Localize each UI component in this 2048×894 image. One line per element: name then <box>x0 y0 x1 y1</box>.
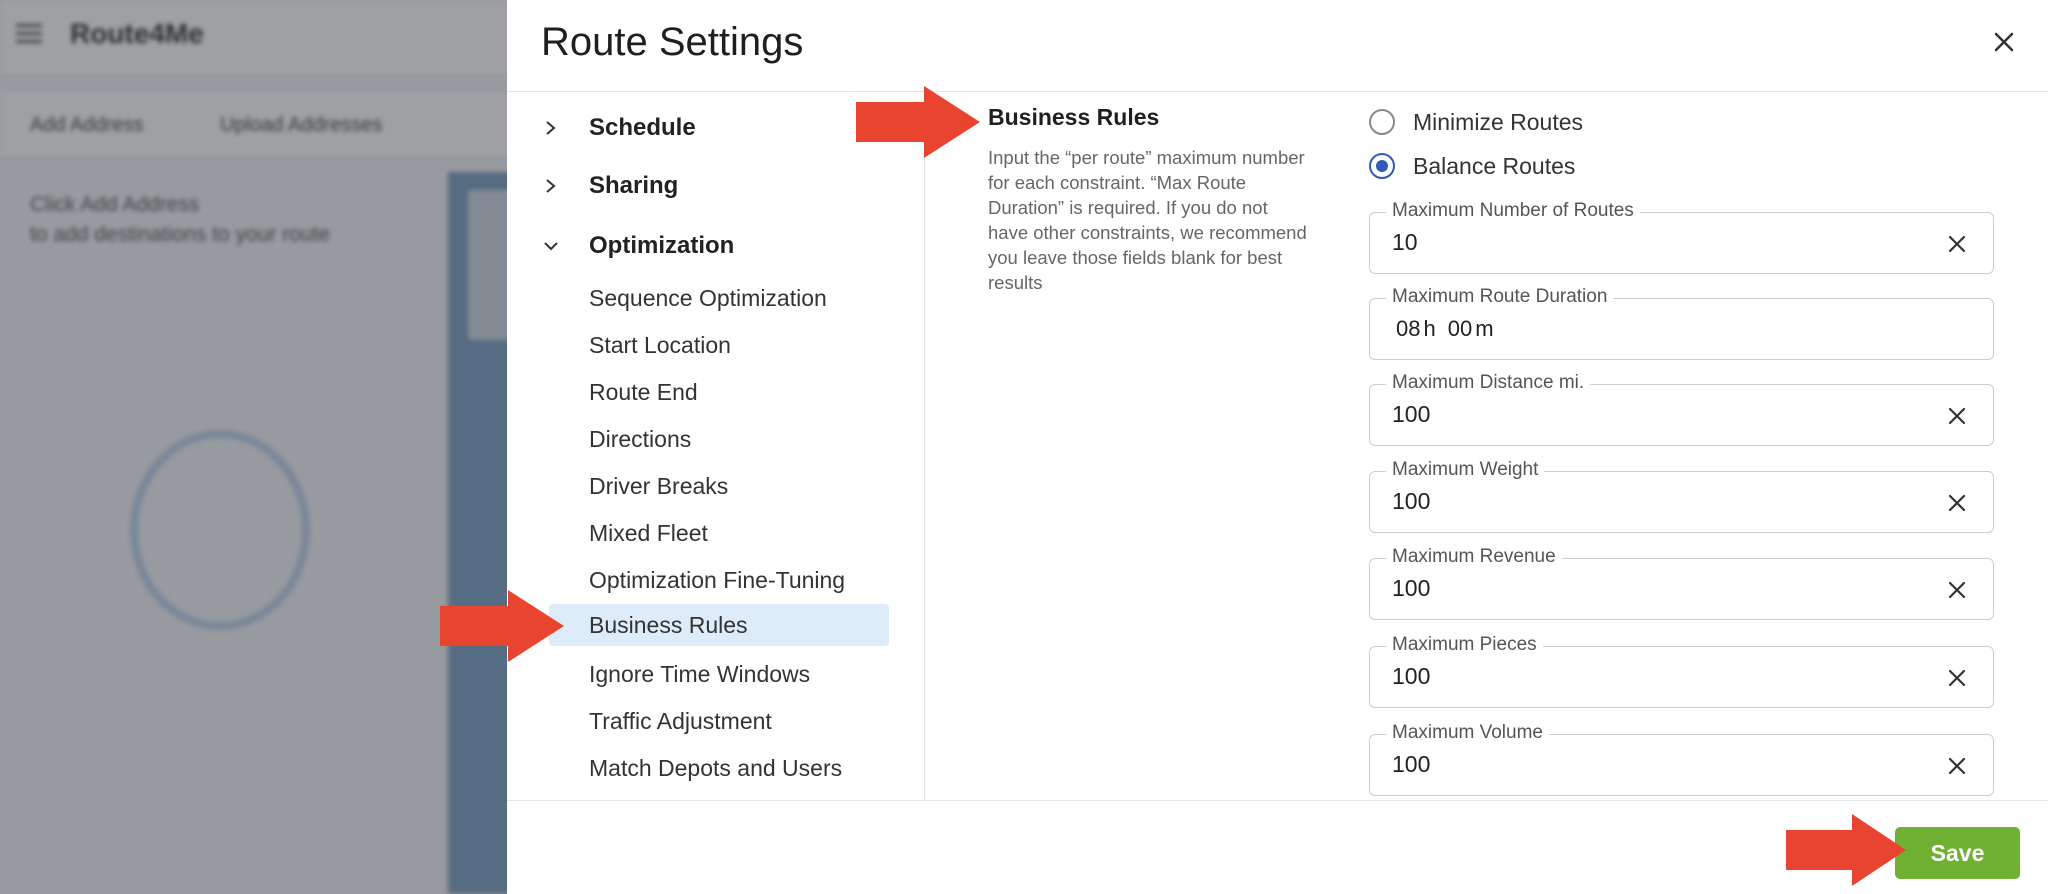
max-routes-field: Maximum Number of Routes <box>1369 200 1994 274</box>
field-label: Maximum Volume <box>1386 722 1549 744</box>
max-weight-field: Maximum Weight <box>1369 459 1994 533</box>
section-description: Input the “per route” maximum number for… <box>988 147 1307 293</box>
clear-icon[interactable] <box>1945 491 1969 515</box>
chevron-right-icon <box>546 121 556 135</box>
clear-icon[interactable] <box>1945 404 1969 428</box>
nav-item-optimization-fine-tuning[interactable]: Optimization Fine-Tuning <box>549 559 889 601</box>
minimize-routes-option[interactable]: Minimize Routes <box>1369 100 1999 144</box>
nav-item-mixed-fleet[interactable]: Mixed Fleet <box>549 512 889 554</box>
field-label: Maximum Revenue <box>1386 546 1562 568</box>
max-distance-field: Maximum Distance mi. <box>1369 372 1994 446</box>
max-weight-input[interactable] <box>1392 488 1892 515</box>
field-label: Maximum Weight <box>1386 459 1545 481</box>
section-description-panel: Business Rules Input the “per route” max… <box>988 104 1308 295</box>
field-label: Maximum Distance mi. <box>1386 372 1591 394</box>
clear-icon[interactable] <box>1945 232 1969 256</box>
minimize-routes-label: Minimize Routes <box>1413 108 1583 135</box>
balance-routes-option[interactable]: Balance Routes <box>1369 144 1999 188</box>
max-routes-input[interactable] <box>1392 229 1892 256</box>
max-pieces-input[interactable] <box>1392 663 1892 690</box>
max-volume-input[interactable] <box>1392 751 1892 778</box>
nav-item-sequence-optimization[interactable]: Sequence Optimization <box>549 277 889 319</box>
max-volume-field: Maximum Volume <box>1369 722 1994 796</box>
minutes-unit: m <box>1475 316 1494 341</box>
field-label: Maximum Pieces <box>1386 634 1543 656</box>
nav-group-label: Schedule <box>589 114 696 141</box>
max-route-duration-field[interactable]: Maximum Route Duration 08 h 00 m <box>1369 286 1994 360</box>
nav-item-directions[interactable]: Directions <box>549 418 889 460</box>
nav-item-ignore-time-windows[interactable]: Ignore Time Windows <box>549 653 889 695</box>
nav-item-driver-breaks[interactable]: Driver Breaks <box>549 465 889 507</box>
chevron-right-icon <box>546 179 556 193</box>
duration-value: 08 h 00 m <box>1396 316 1497 342</box>
nav-item-start-location[interactable]: Start Location <box>549 324 889 366</box>
nav-group-label: Sharing <box>589 172 679 199</box>
business-rules-form: Minimize Routes Balance Routes Maximum N… <box>1369 100 1999 796</box>
hours-unit: h <box>1423 316 1436 341</box>
route-settings-modal: Route Settings Schedule Sharing Optimiza… <box>507 0 2048 894</box>
max-pieces-field: Maximum Pieces <box>1369 634 1994 708</box>
field-label: Maximum Number of Routes <box>1386 200 1640 222</box>
clear-icon[interactable] <box>1945 754 1969 778</box>
annotation-arrow-icon <box>1786 814 1906 886</box>
nav-item-match-depots-and-users[interactable]: Match Depots and Users <box>549 747 889 789</box>
nav-group-label: Optimization <box>589 232 735 259</box>
max-revenue-input[interactable] <box>1392 575 1892 602</box>
field-label: Maximum Route Duration <box>1386 286 1614 308</box>
section-title: Business Rules <box>988 104 1160 130</box>
save-button[interactable]: Save <box>1895 827 2020 879</box>
nav-item-business-rules[interactable]: Business Rules <box>549 604 889 646</box>
annotation-arrow-icon <box>856 86 980 158</box>
balance-routes-radio[interactable] <box>1369 153 1395 179</box>
balance-routes-label: Balance Routes <box>1413 152 1576 179</box>
max-revenue-field: Maximum Revenue <box>1369 546 1994 620</box>
settings-nav: Schedule Sharing Optimization Sequence O… <box>507 92 925 800</box>
duration-hours[interactable]: 08 <box>1396 316 1420 342</box>
close-icon[interactable] <box>1988 26 2020 58</box>
chevron-down-icon <box>544 242 558 251</box>
clear-icon[interactable] <box>1945 666 1969 690</box>
minimize-routes-radio[interactable] <box>1369 109 1395 135</box>
modal-title: Route Settings <box>541 20 804 64</box>
max-distance-input[interactable] <box>1392 401 1892 428</box>
nav-item-traffic-adjustment[interactable]: Traffic Adjustment <box>549 700 889 742</box>
duration-minutes[interactable]: 00 <box>1448 316 1472 342</box>
clear-icon[interactable] <box>1945 578 1969 602</box>
annotation-arrow-icon <box>440 590 564 662</box>
nav-item-route-end[interactable]: Route End <box>549 371 889 413</box>
modal-header: Route Settings <box>507 0 2048 92</box>
